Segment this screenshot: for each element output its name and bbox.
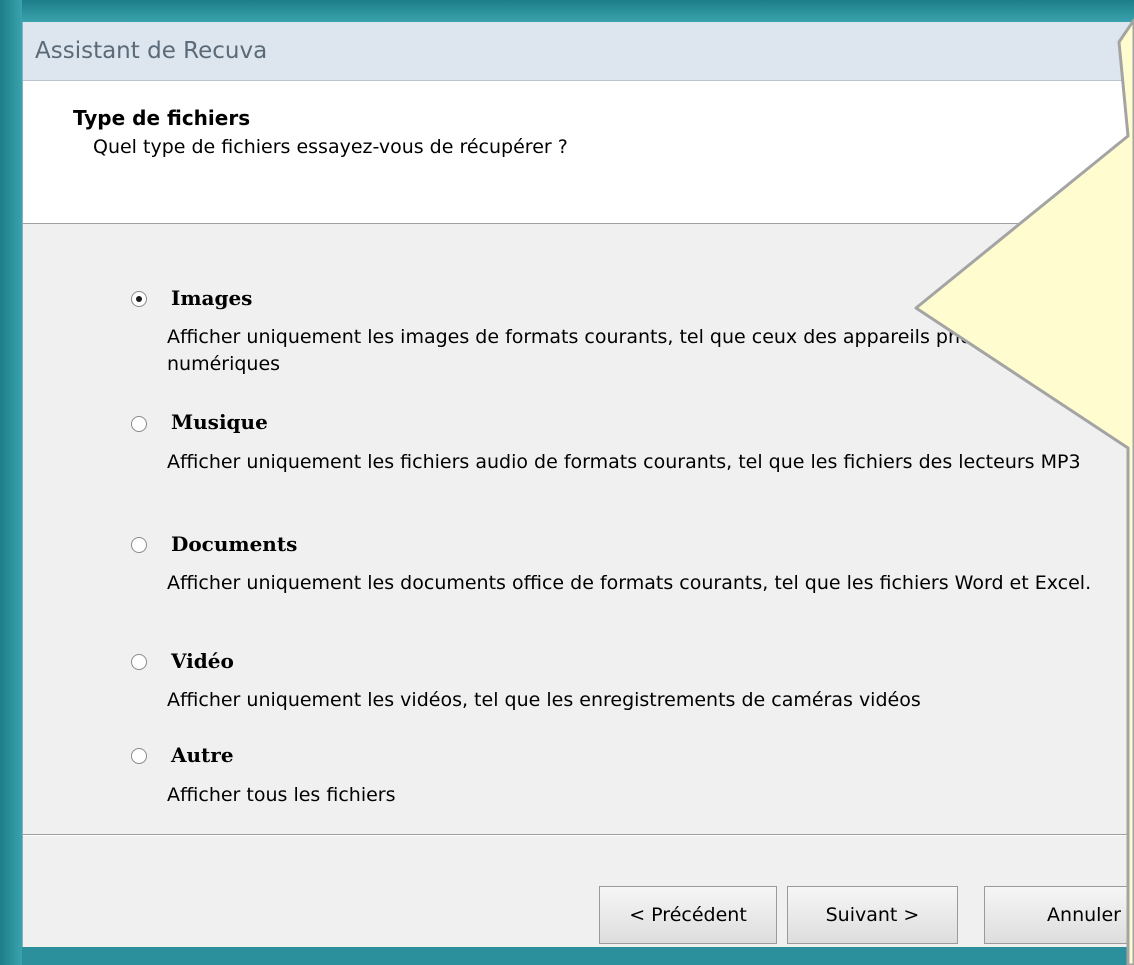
tooltip-balloon [914,18,1134,965]
